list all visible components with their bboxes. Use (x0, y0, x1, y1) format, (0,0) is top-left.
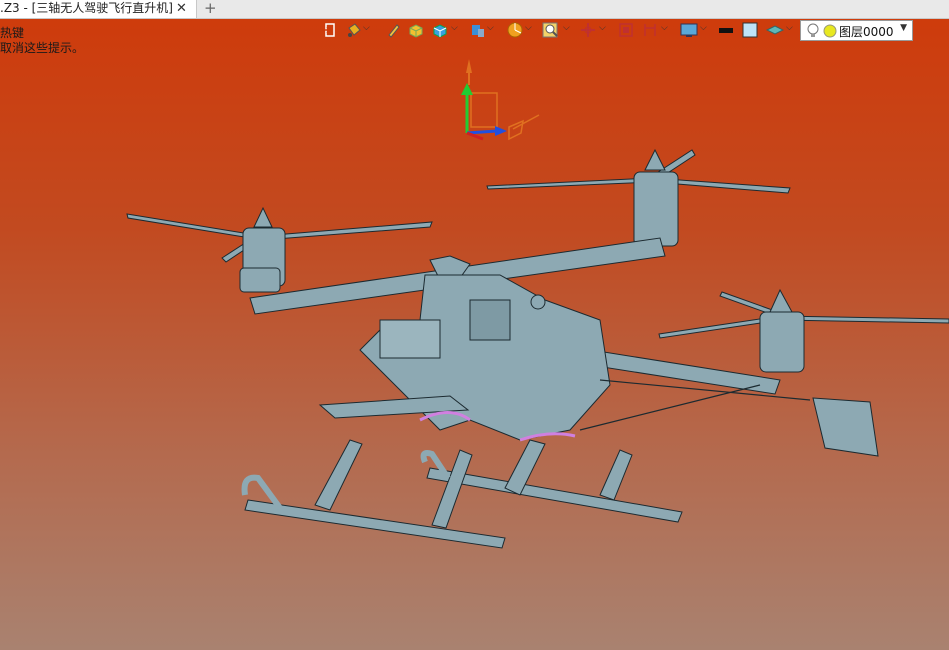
landing-gear (241, 439, 683, 549)
rotor-right (486, 148, 791, 247)
helicopter-model[interactable] (0, 0, 949, 650)
fuselage (318, 274, 611, 442)
